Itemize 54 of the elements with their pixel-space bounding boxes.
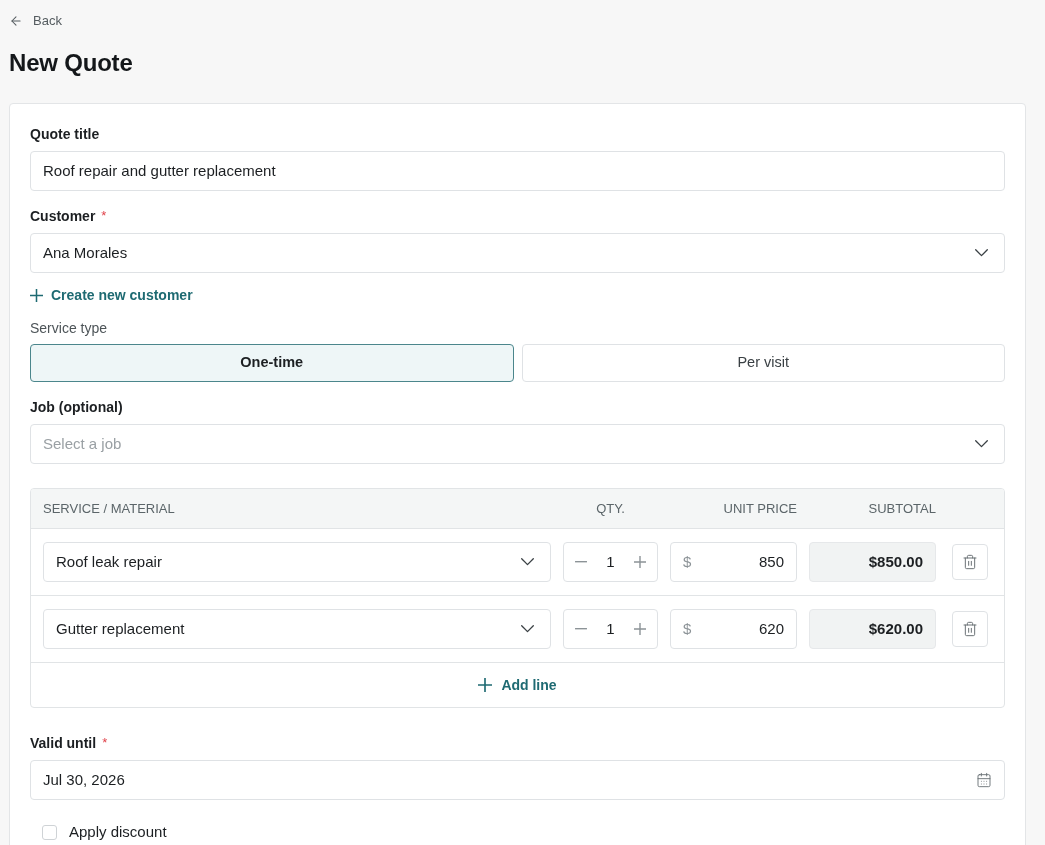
unit-price-value: 850 bbox=[758, 551, 784, 572]
calendar-icon bbox=[976, 772, 992, 788]
increment-button[interactable] bbox=[633, 622, 647, 636]
delete-button[interactable] bbox=[952, 611, 988, 647]
field-label: Service type bbox=[30, 319, 109, 337]
quantity-value: 1 bbox=[606, 551, 615, 572]
delete-button[interactable] bbox=[952, 544, 988, 580]
currency-symbol: $ bbox=[683, 551, 692, 572]
create-customer-link[interactable]: Create new customer bbox=[30, 285, 193, 305]
column-header: SERVICE / MATERIAL bbox=[43, 499, 175, 518]
back-link[interactable]: Back bbox=[9, 12, 62, 30]
trash-icon bbox=[962, 621, 978, 637]
field-label: Job (optional) bbox=[30, 398, 123, 417]
field-label: Customer bbox=[30, 207, 96, 226]
chevron-down-icon bbox=[521, 625, 534, 633]
plus-icon bbox=[634, 556, 646, 568]
column-header: SUBTOTAL bbox=[868, 499, 936, 518]
plus-icon bbox=[634, 623, 646, 635]
unit-price-input[interactable]: $ 850 bbox=[670, 542, 797, 582]
column-header: QTY. bbox=[596, 499, 625, 518]
page-title: New Quote bbox=[9, 48, 133, 78]
customer-select[interactable]: Ana Morales bbox=[30, 233, 1005, 273]
quantity-stepper[interactable]: 1 bbox=[563, 609, 658, 649]
quantity-stepper[interactable]: 1 bbox=[563, 542, 658, 582]
field-label: Valid until bbox=[30, 734, 97, 753]
service-type-toggle[interactable]: Per visit bbox=[521, 344, 1005, 382]
discount-checkbox[interactable] bbox=[42, 824, 57, 840]
minus-icon bbox=[575, 628, 587, 630]
field-label: Quote title bbox=[30, 125, 100, 144]
minus-icon bbox=[575, 561, 587, 563]
subtotal-display: $620.00 bbox=[809, 609, 936, 649]
increment-button[interactable] bbox=[633, 555, 647, 569]
date-input-field[interactable]: Jul 30, 2026 bbox=[30, 760, 1005, 800]
required-mark: * bbox=[102, 734, 108, 752]
unit-price-value: 620 bbox=[758, 618, 784, 639]
chevron-down-icon bbox=[975, 249, 988, 257]
add-line-button[interactable]: Add line bbox=[478, 674, 557, 696]
back-arrow-icon bbox=[9, 14, 23, 28]
unit-price-input[interactable]: $ 620 bbox=[670, 609, 797, 649]
required-mark: * bbox=[101, 207, 107, 225]
text-input-field[interactable]: Roof repair and gutter replacement bbox=[30, 151, 1005, 191]
service-select[interactable]: Roof leak repair bbox=[43, 542, 551, 582]
column-header: UNIT PRICE bbox=[723, 499, 797, 518]
subtotal-display: $850.00 bbox=[809, 542, 936, 582]
plus-icon bbox=[478, 678, 493, 692]
plus-icon bbox=[30, 288, 43, 302]
quantity-value: 1 bbox=[606, 618, 615, 639]
checkbox-label: Apply discount bbox=[69, 824, 167, 840]
service-type-toggle[interactable]: One-time bbox=[30, 344, 514, 382]
chevron-down-icon bbox=[975, 440, 988, 448]
chevron-down-icon bbox=[521, 558, 534, 566]
currency-symbol: $ bbox=[683, 618, 692, 639]
trash-icon bbox=[962, 554, 978, 570]
service-select[interactable]: Gutter replacement bbox=[43, 609, 551, 649]
